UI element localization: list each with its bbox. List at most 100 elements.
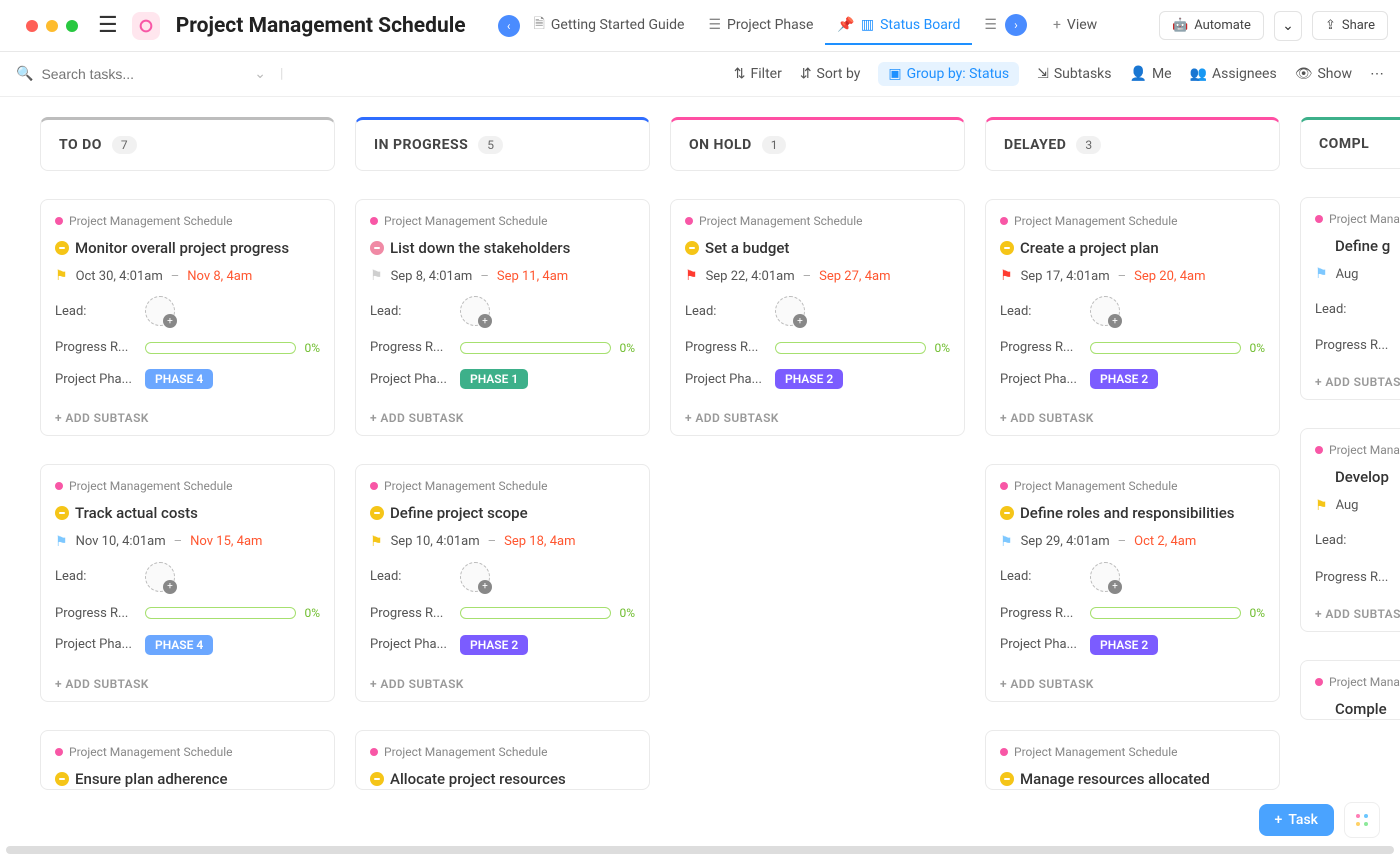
more-menu-button[interactable]: ⋯ [1370,66,1384,82]
new-task-button[interactable]: + Task [1259,804,1334,836]
assign-lead-button[interactable] [1090,296,1120,326]
column-header[interactable]: IN PROGRESS5 [355,117,650,171]
status-dot[interactable] [1315,470,1329,484]
phase-tag[interactable]: PHASE 4 [145,369,213,389]
assign-lead-button[interactable] [1090,562,1120,592]
flag-icon[interactable]: ⚑ [1000,268,1013,284]
add-subtask-button[interactable]: + ADD SUBTASK [55,401,320,435]
status-dot[interactable] [1000,506,1014,520]
progress-bar[interactable] [460,342,611,354]
assign-lead-button[interactable] [145,296,175,326]
chevron-down-icon[interactable]: ⌄ [254,66,266,82]
tab-status-board[interactable]: 📌 ▥ Status Board [825,7,972,45]
task-card[interactable]: Project Management Schedule Allocate pro… [355,730,650,790]
assign-lead-button[interactable] [775,296,805,326]
assign-lead-button[interactable] [460,296,490,326]
subtasks-button[interactable]: ⇲Subtasks [1037,66,1111,82]
next-view-button[interactable]: › [1005,14,1027,36]
group-by-button[interactable]: ▣Group by: Status [878,62,1019,86]
add-subtask-button[interactable]: + ADD SUBTASK [1315,597,1400,631]
flag-icon[interactable]: ⚑ [1315,498,1328,514]
task-card[interactable]: Project Management Schedule Set a budget… [670,199,965,436]
me-button[interactable]: 👤Me [1130,66,1172,82]
progress-bar[interactable] [1090,342,1241,354]
add-subtask-button[interactable]: + ADD SUBTASK [370,667,635,701]
task-card[interactable]: Project Management Schedule Define roles… [985,464,1280,701]
add-view-button[interactable]: + View [1041,7,1109,45]
phase-tag[interactable]: PHASE 1 [460,369,528,389]
column-header[interactable]: TO DO7 [40,117,335,171]
progress-bar[interactable] [145,342,296,354]
prev-view-button[interactable]: ‹ [498,15,520,37]
flag-icon[interactable]: ⚑ [370,534,383,550]
task-card[interactable]: Project Management Schedule Define proje… [355,464,650,701]
share-button[interactable]: ⇪ Share [1312,11,1388,40]
close-window-dot[interactable] [26,20,38,32]
add-subtask-button[interactable]: + ADD SUBTASK [685,401,950,435]
flag-icon[interactable]: ⚑ [1000,534,1013,550]
automate-button[interactable]: 🤖 Automate [1159,11,1264,40]
flag-icon[interactable]: ⚑ [55,268,68,284]
assign-lead-button[interactable] [460,562,490,592]
progress-bar[interactable] [1090,607,1241,619]
minimize-window-dot[interactable] [46,20,58,32]
status-dot[interactable] [55,772,69,786]
filter-button[interactable]: ⇅Filter [734,66,782,82]
flag-icon[interactable]: ⚑ [1315,266,1328,282]
menu-icon[interactable]: ☰ [98,15,118,37]
phase-tag[interactable]: PHASE 2 [775,369,843,389]
status-dot[interactable] [370,772,384,786]
add-subtask-button[interactable]: + ADD SUBTASK [1315,365,1400,399]
task-card[interactable]: Project Management Schedule List down th… [355,199,650,436]
status-dot[interactable] [1000,241,1014,255]
task-card[interactable]: Project Management Schedule Monitor over… [40,199,335,436]
task-card[interactable]: Project Management Schedule Comple [1300,660,1400,720]
flag-icon[interactable]: ⚑ [55,534,68,550]
progress-bar[interactable] [775,342,926,354]
search-input[interactable] [41,66,201,82]
show-button[interactable]: 👁Show [1295,66,1352,82]
add-subtask-button[interactable]: + ADD SUBTASK [1000,667,1265,701]
assign-lead-button[interactable] [145,562,175,592]
status-dot[interactable] [55,506,69,520]
phase-tag[interactable]: PHASE 2 [1090,369,1158,389]
automate-dropdown[interactable]: ⌄ [1274,11,1302,41]
progress-bar[interactable] [460,607,611,619]
add-subtask-button[interactable]: + ADD SUBTASK [55,667,320,701]
task-card[interactable]: Project Management Schedule Define g ⚑ A… [1300,197,1400,400]
status-dot[interactable] [685,241,699,255]
column-header[interactable]: DELAYED3 [985,117,1280,171]
tab-getting-started[interactable]: 🗎 Getting Started Guide [522,3,697,49]
tab-project-phase[interactable]: ☰ Project Phase [696,7,825,45]
column-header[interactable]: ON HOLD1 [670,117,965,171]
progress-field: Progress R...0% [685,338,950,357]
phase-tag[interactable]: PHASE 2 [1090,635,1158,655]
phase-tag[interactable]: PHASE 4 [145,635,213,655]
status-dot[interactable] [370,506,384,520]
status-dot[interactable] [370,241,384,255]
sort-button[interactable]: ⇵Sort by [800,66,861,82]
progress-bar[interactable] [145,607,296,619]
workspace-icon[interactable] [132,12,160,40]
task-card[interactable]: Project Management Schedule Develop ⚑ Au… [1300,428,1400,631]
task-card[interactable]: Project Management Schedule Create a pro… [985,199,1280,436]
add-subtask-button[interactable]: + ADD SUBTASK [1000,401,1265,435]
status-dot[interactable] [1000,772,1014,786]
column-header[interactable]: COMPL [1300,117,1400,169]
maximize-window-dot[interactable] [66,20,78,32]
tab-collapsed[interactable]: ☰ › [972,4,1041,48]
flag-icon[interactable]: ⚑ [685,268,698,284]
status-dot[interactable] [55,241,69,255]
horizontal-scrollbar[interactable] [6,846,1394,854]
add-subtask-button[interactable]: + ADD SUBTASK [370,401,635,435]
task-card[interactable]: Project Management Schedule Ensure plan … [40,730,335,790]
status-dot[interactable] [1315,702,1329,716]
apps-button[interactable] [1344,802,1380,838]
status-dot[interactable] [1315,239,1329,253]
assignees-button[interactable]: 👥Assignees [1190,66,1277,82]
task-card[interactable]: Project Management Schedule Track actual… [40,464,335,701]
kanban-board[interactable]: TO DO7 Project Management Schedule Monit… [0,97,1400,847]
phase-tag[interactable]: PHASE 2 [460,635,528,655]
flag-icon[interactable]: ⚑ [370,268,383,284]
task-card[interactable]: Project Management Schedule Manage resou… [985,730,1280,790]
